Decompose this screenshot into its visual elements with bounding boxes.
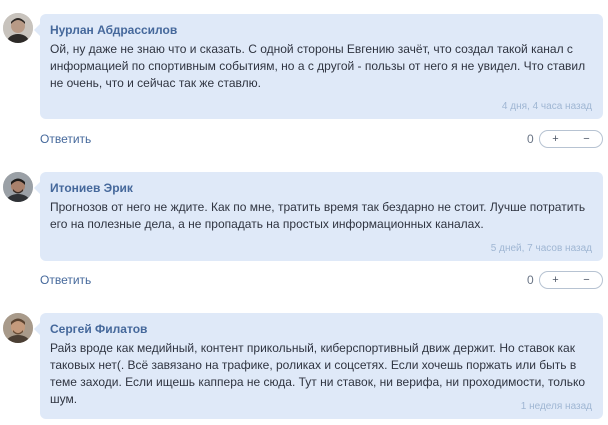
vote-score: 0 — [527, 132, 534, 146]
downvote-button[interactable]: − — [571, 272, 602, 288]
vote-score: 0 — [527, 273, 534, 287]
comment-text: Ой, ну даже не знаю что и сказать. С одн… — [50, 42, 586, 90]
vote-control: + − — [539, 130, 603, 148]
comment-bubble: Итониев Эрик Прогнозов от него не ждите.… — [34, 172, 603, 261]
vote-control: + − — [539, 271, 603, 289]
avatar[interactable] — [3, 172, 33, 202]
comment-bubble: Нурлан Абдрассилов Ой, ну даже не знаю ч… — [34, 14, 603, 119]
comment-timestamp: 4 дня, 4 часа назад — [501, 101, 592, 112]
reply-button[interactable]: Ответить — [40, 132, 91, 146]
comment-actions: Ответить 0 + − — [40, 130, 603, 150]
comment-actions: Ответить 0 + − — [40, 271, 603, 291]
upvote-button[interactable]: + — [540, 131, 571, 147]
comment-bubble: Сергей Филатов Райз вроде как медийный, … — [34, 313, 603, 419]
comment-text: Прогнозов от него не ждите. Как по мне, … — [50, 200, 586, 231]
comment-author[interactable]: Итониев Эрик — [50, 181, 592, 195]
reply-button[interactable]: Ответить — [40, 273, 91, 287]
comment-timestamp: 5 дней, 7 часов назад — [490, 243, 592, 254]
comments-list: Нурлан Абдрассилов Ой, ну даже не знаю ч… — [0, 0, 608, 425]
avatar[interactable] — [3, 313, 33, 343]
comment-text: Райз вроде как медийный, контент приколь… — [50, 341, 586, 406]
avatar[interactable] — [3, 13, 33, 43]
comment-timestamp: 1 неделя назад — [520, 401, 592, 412]
downvote-button[interactable]: − — [571, 131, 602, 147]
comment-author[interactable]: Сергей Филатов — [50, 322, 592, 336]
comment-author[interactable]: Нурлан Абдрассилов — [50, 23, 592, 37]
upvote-button[interactable]: + — [540, 272, 571, 288]
